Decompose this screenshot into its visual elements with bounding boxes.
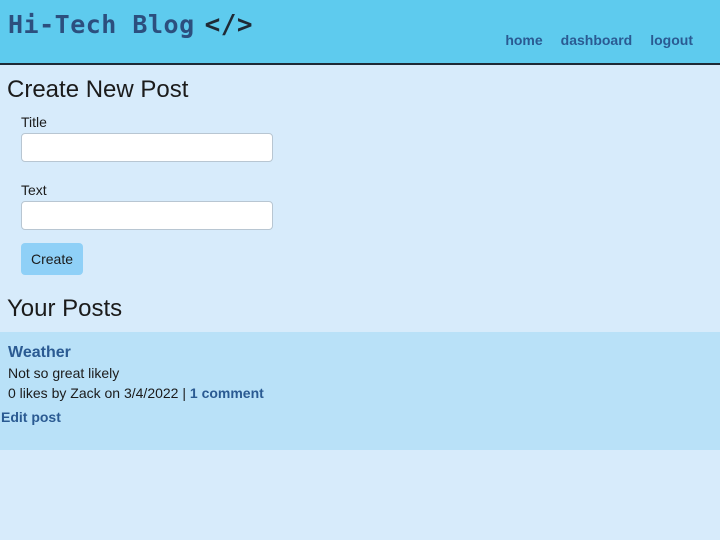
nav-home-link[interactable]: home <box>505 32 542 48</box>
your-posts-heading: Your Posts <box>7 295 123 322</box>
create-post-form: Title Text Create <box>21 114 281 275</box>
post-card: Weather Not so great likely 0 likes by Z… <box>0 332 720 450</box>
meta-separator: | <box>182 385 186 401</box>
post-meta: 0 likes by Zack on 3/4/2022 | 1 comment <box>8 385 264 401</box>
edit-post-link[interactable]: Edit post <box>1 409 61 425</box>
code-icon: </> <box>204 10 254 40</box>
site-header: Hi-Tech Blog </> home dashboard logout <box>0 0 720 65</box>
post-body: Not so great likely <box>8 365 120 381</box>
post-by: by <box>51 385 67 401</box>
nav-logout-link[interactable]: logout <box>650 32 693 48</box>
text-input[interactable] <box>21 201 273 230</box>
field-spacer <box>21 162 281 182</box>
post-author: Zack <box>70 385 101 401</box>
title-input[interactable] <box>21 133 273 162</box>
nav-dashboard-link[interactable]: dashboard <box>561 32 633 48</box>
main-nav: home dashboard logout <box>505 32 693 48</box>
post-date: 3/4/2022 <box>123 385 179 401</box>
create-button[interactable]: Create <box>21 243 83 275</box>
text-label: Text <box>21 182 47 198</box>
post-on: on <box>104 385 121 401</box>
brand-title: Hi-Tech Blog <box>8 10 195 39</box>
post-title-link[interactable]: Weather <box>8 344 71 362</box>
title-label: Title <box>21 114 47 130</box>
site-brand[interactable]: Hi-Tech Blog </> <box>8 10 253 40</box>
create-post-heading: Create New Post <box>7 76 189 103</box>
post-comments-link[interactable]: 1 comment <box>190 385 264 401</box>
post-likes: 0 likes <box>8 385 48 401</box>
